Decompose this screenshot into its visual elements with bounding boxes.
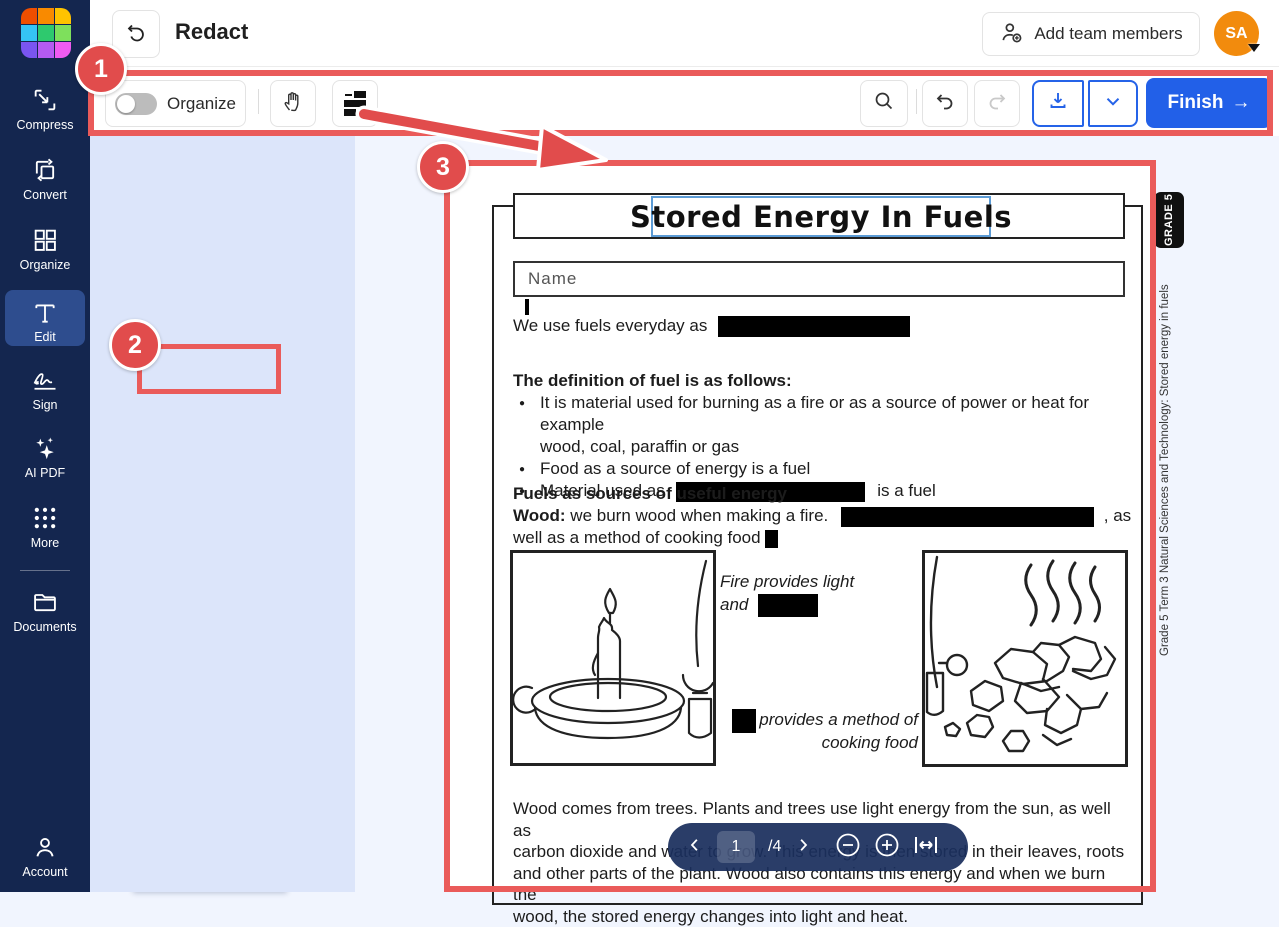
intro-line: We use fuels everyday as xyxy=(513,316,1127,337)
total-pages-label: /4 xyxy=(768,838,781,856)
organize-toggle-group[interactable]: Organize xyxy=(105,80,246,127)
finish-button[interactable]: Finish → xyxy=(1146,78,1272,128)
redo-button[interactable] xyxy=(974,80,1020,127)
redaction-box[interactable] xyxy=(841,507,1094,527)
undo-button[interactable] xyxy=(922,80,968,127)
zoom-out-icon[interactable] xyxy=(835,832,861,863)
coal-illustration xyxy=(922,550,1128,767)
toolbar-divider xyxy=(258,89,259,114)
name-field-box[interactable]: Name xyxy=(513,261,1125,297)
definition-heading: The definition of fuel is as follows: xyxy=(513,371,1127,391)
redo-icon xyxy=(985,89,1009,118)
name-label: Name xyxy=(528,269,577,289)
redact-marks-icon xyxy=(344,91,366,116)
sidebar-item-edit[interactable]: Edit xyxy=(5,290,85,346)
app-logo[interactable] xyxy=(21,8,71,58)
text-caret xyxy=(525,299,529,315)
next-page-icon[interactable] xyxy=(794,836,812,859)
sidebar-item-organize[interactable]: Organize xyxy=(5,226,85,272)
chevron-down-icon xyxy=(1102,90,1124,117)
download-options-button[interactable] xyxy=(1088,80,1138,127)
person-icon xyxy=(5,833,85,861)
redaction-box[interactable] xyxy=(765,530,778,548)
arrow-right-icon: → xyxy=(1231,92,1250,114)
fire-caption: Fire provides light and xyxy=(720,570,890,617)
worksheet-title: Stored Energy In Fuels xyxy=(630,200,1012,234)
thumbnail-panel xyxy=(90,136,355,892)
grade-5-tab: GRADE 5 xyxy=(1154,192,1184,248)
search-icon xyxy=(872,89,896,118)
sidebar-item-documents[interactable]: Documents xyxy=(5,588,85,634)
worksheet-side-caption: Grade 5 Term 3 Natural Sciences and Tech… xyxy=(1159,256,1181,656)
sidebar-item-account[interactable]: Account xyxy=(5,833,85,879)
add-team-members-button[interactable]: Add team members xyxy=(982,12,1200,56)
sidebar: Compress Convert Organize Edit Sign AI P… xyxy=(0,0,90,892)
wood-line-2: well as a method of cooking food xyxy=(513,528,1127,548)
hand-tool-button[interactable] xyxy=(270,80,316,127)
undo-circle-icon xyxy=(124,20,148,49)
hand-icon xyxy=(281,89,305,118)
annotation-step-2: 2 xyxy=(109,319,161,371)
edit-text-icon xyxy=(5,300,85,326)
zoom-in-icon[interactable] xyxy=(874,832,900,863)
signature-icon xyxy=(5,366,85,394)
redaction-box[interactable] xyxy=(732,709,756,733)
sidebar-item-compress[interactable]: Compress xyxy=(5,86,85,132)
annotation-step-1: 1 xyxy=(75,43,127,95)
wood-line-1: Wood: we burn wood when making a fire. ,… xyxy=(513,506,1127,527)
sidebar-item-ai-pdf[interactable]: AI PDF xyxy=(5,434,85,480)
search-button[interactable] xyxy=(860,80,908,127)
sidebar-item-sign[interactable]: Sign xyxy=(5,366,85,412)
toggle-knob xyxy=(117,95,135,113)
redaction-box[interactable] xyxy=(718,316,910,337)
top-bar: Redact Add team members SA xyxy=(90,0,1279,67)
organize-toggle-label: Organize xyxy=(167,94,236,114)
undo-icon xyxy=(933,89,957,118)
avatar-caret-icon[interactable] xyxy=(1248,44,1260,52)
document-page[interactable]: Stored Energy In Fuels Name We use fuels… xyxy=(450,166,1150,892)
redact-marks-button[interactable] xyxy=(332,80,378,127)
more-grid-icon xyxy=(5,504,85,532)
annotation-step-3: 3 xyxy=(417,141,469,193)
toolbar-divider xyxy=(916,89,917,114)
ai-sparkles-icon xyxy=(5,434,85,462)
page-title: Redact xyxy=(175,19,248,45)
organize-toggle[interactable] xyxy=(115,93,157,115)
coal-caption: provides a method of cooking food xyxy=(732,708,918,754)
candle-illustration xyxy=(510,550,716,766)
organize-icon xyxy=(5,226,85,254)
download-icon xyxy=(1046,89,1070,118)
convert-icon xyxy=(5,156,85,184)
download-button[interactable] xyxy=(1032,80,1084,127)
fuels-heading: Fuels as sources of useful energy xyxy=(513,484,1127,504)
current-page-input[interactable]: 1 xyxy=(717,831,755,863)
editor-toolbar: Organize Finish → xyxy=(90,67,1279,136)
folder-icon xyxy=(5,588,85,616)
sidebar-item-convert[interactable]: Convert xyxy=(5,156,85,202)
previous-page-icon[interactable] xyxy=(686,836,704,859)
redaction-box[interactable] xyxy=(758,594,818,617)
title-selection-box[interactable]: Stored Energy In Fuels xyxy=(651,196,991,237)
compress-icon xyxy=(5,86,85,114)
page-controls: 1 /4 xyxy=(668,823,968,871)
fit-width-icon[interactable] xyxy=(913,834,939,861)
sidebar-divider xyxy=(20,570,70,571)
sidebar-item-more[interactable]: More xyxy=(5,504,85,550)
person-plus-icon xyxy=(999,19,1025,50)
